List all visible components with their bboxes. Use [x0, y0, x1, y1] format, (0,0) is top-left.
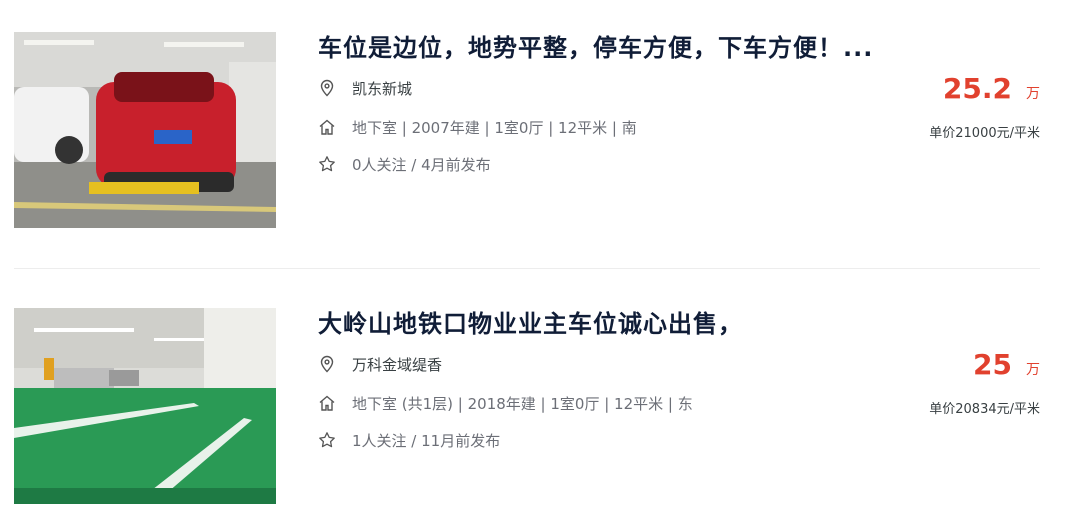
- unit-price: 单价20834元/平米: [929, 402, 1040, 417]
- listing-photo[interactable]: [14, 308, 276, 504]
- unit-price: 单价21000元/平米: [929, 126, 1040, 141]
- listing-card[interactable]: 车位是边位，地势平整，停车方便，下车方便！... 凯东新城 地下室 | 2007…: [0, 0, 1080, 230]
- price-unit: 万: [1026, 362, 1040, 378]
- price-value: 25: [973, 348, 1012, 381]
- house-info-row: 地下室 (共1层) | 2018年建 | 1室0厅 | 12平米 | 东: [318, 392, 693, 414]
- house-info-row: 地下室 | 2007年建 | 1室0厅 | 12平米 | 南: [318, 116, 637, 138]
- star-icon: [318, 431, 336, 449]
- star-icon: [318, 155, 336, 173]
- price-value: 25.2: [942, 72, 1012, 105]
- follow-info-row: 1人关注 / 11月前发布: [318, 429, 500, 451]
- total-price: 25 万: [973, 348, 1040, 381]
- house-icon: [318, 118, 336, 136]
- listing-photo[interactable]: [14, 32, 276, 228]
- listing-title[interactable]: 大岭山地铁口物业业主车位诚心出售，: [318, 304, 938, 339]
- community-name[interactable]: 万科金域缇香: [352, 354, 442, 375]
- community-row: 万科金域缇香: [318, 353, 442, 375]
- house-info: 地下室 | 2007年建 | 1室0厅 | 12平米 | 南: [352, 118, 637, 137]
- total-price: 25.2 万: [943, 72, 1040, 105]
- location-pin-icon: [318, 79, 336, 97]
- follow-info: 1人关注 / 11月前发布: [352, 431, 501, 450]
- divider: [14, 268, 1040, 269]
- follow-info: 0人关注 / 4月前发布: [352, 155, 491, 174]
- listing-title[interactable]: 车位是边位，地势平整，停车方便，下车方便！...: [318, 28, 938, 63]
- house-icon: [318, 394, 336, 412]
- listing-card[interactable]: 大岭山地铁口物业业主车位诚心出售， 万科金域缇香 地下室 (共1层) | 201…: [0, 276, 1080, 506]
- house-info: 地下室 (共1层) | 2018年建 | 1室0厅 | 12平米 | 东: [352, 394, 693, 413]
- community-row: 凯东新城: [318, 77, 412, 99]
- location-pin-icon: [318, 355, 336, 373]
- follow-info-row: 0人关注 / 4月前发布: [318, 153, 491, 175]
- community-name[interactable]: 凯东新城: [352, 78, 412, 99]
- price-unit: 万: [1026, 86, 1040, 102]
